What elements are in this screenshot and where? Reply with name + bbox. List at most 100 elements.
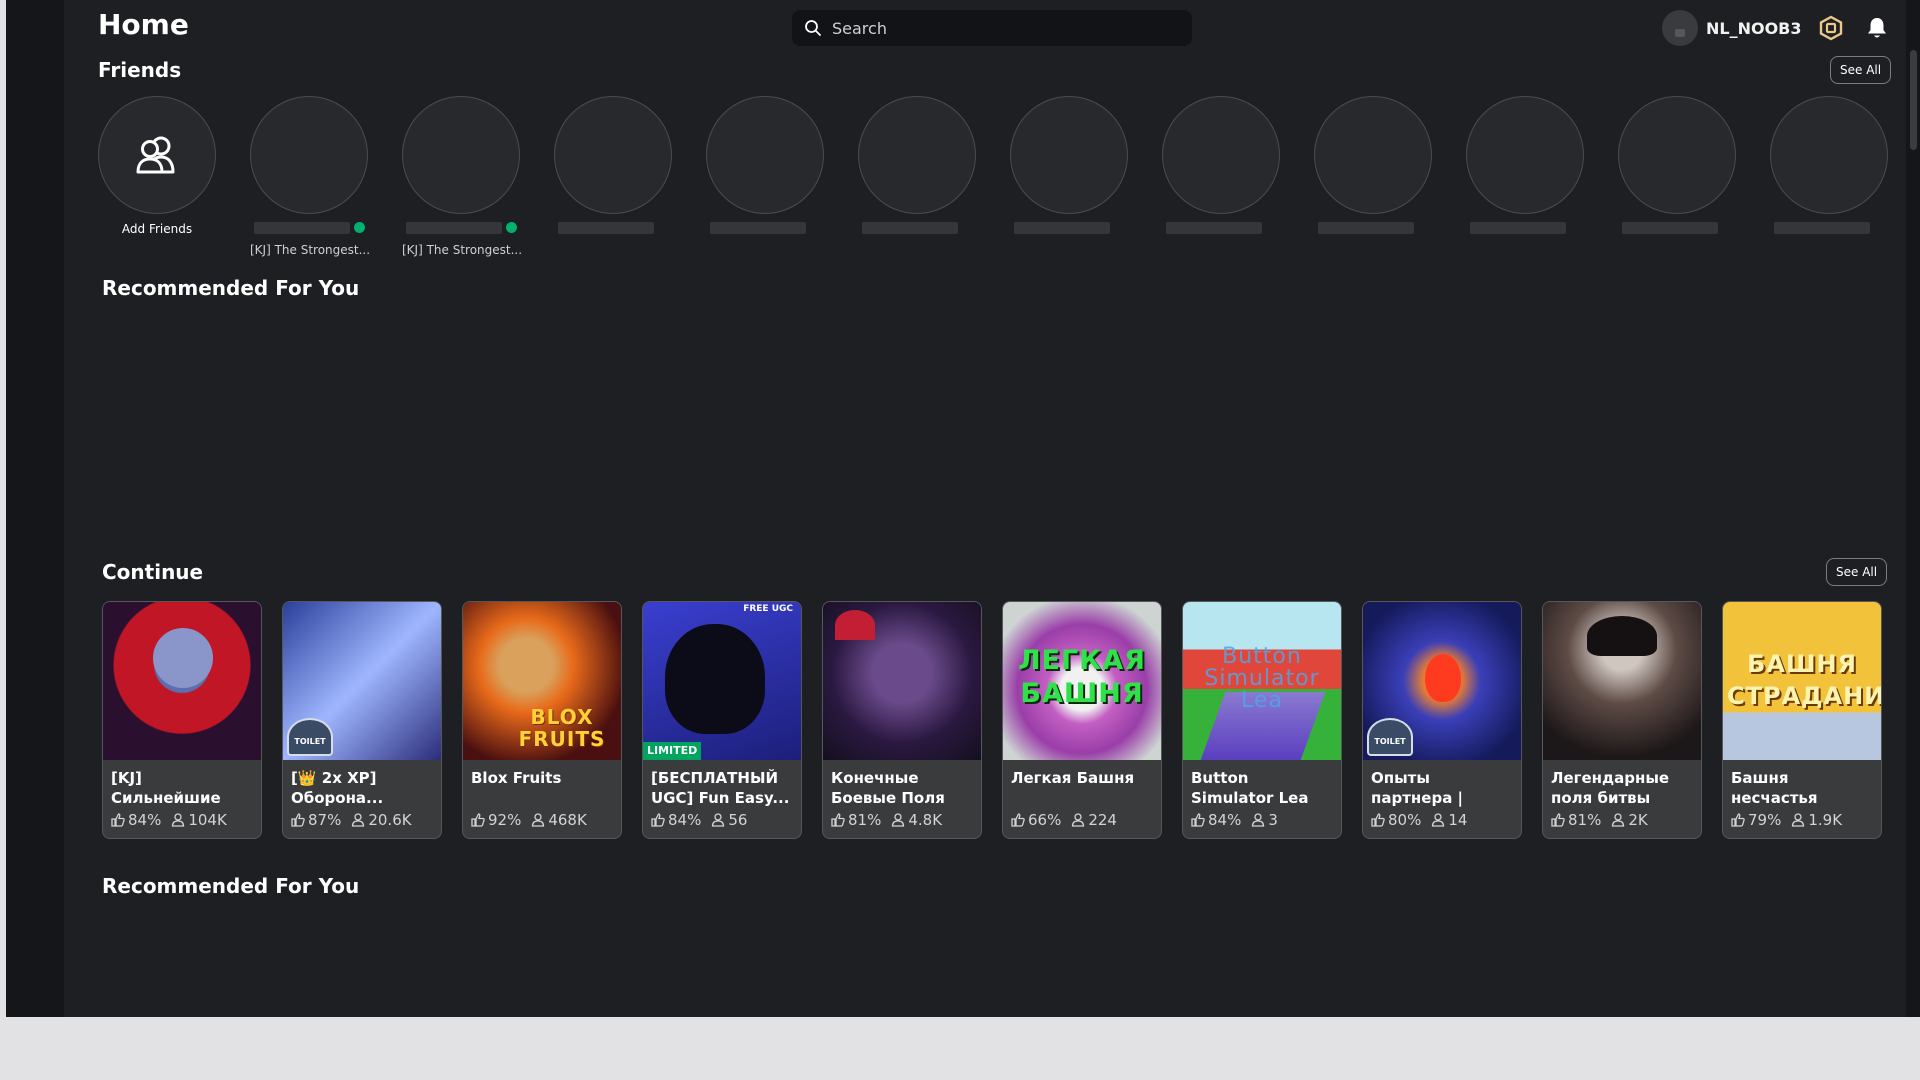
friend-name-placeholder (254, 222, 350, 234)
thumbs-up-icon (1191, 813, 1205, 827)
game-stats: 84% 104K (111, 811, 227, 829)
game-thumbnail[interactable]: Button Simulator Lea (1183, 602, 1341, 760)
game-rating: 84% (1208, 811, 1242, 829)
continue-see-all-button[interactable]: See All (1826, 558, 1888, 586)
game-rating: 87% (308, 811, 342, 829)
game-thumbnail[interactable] (823, 602, 981, 760)
friend-name-placeholder (1166, 222, 1262, 234)
game-player-count: 56 (728, 811, 748, 829)
friend-tile[interactable] (1770, 96, 1888, 266)
game-card[interactable]: [KJ] Сильнейшие поля битвы 84% 104K (102, 601, 262, 839)
game-rating: 79% (1748, 811, 1782, 829)
robux-icon[interactable] (1818, 15, 1844, 41)
friend-tile[interactable] (1314, 96, 1432, 266)
game-thumbnail[interactable]: TOILET (283, 602, 441, 760)
free-ugc-label: FREE UGC (743, 604, 793, 614)
friend-tile[interactable] (1466, 96, 1584, 266)
friend-avatar[interactable] (402, 96, 520, 214)
players-icon (352, 813, 365, 827)
game-title: Легендарные поля битвы (1551, 769, 1670, 807)
main-content: Home NL_NOOB3 Friends See All (64, 0, 1920, 1017)
thumbs-up-icon (651, 813, 665, 827)
friend-avatar[interactable] (1466, 96, 1584, 214)
continue-title: Continue (102, 560, 204, 584)
game-title: Button Simulator Lea (1191, 769, 1309, 807)
easy-tower-logo: ЛЕГКАЯ БАШНЯ (1018, 645, 1146, 709)
friend-tile[interactable] (1162, 96, 1280, 266)
add-friends-label: Add Friends (121, 222, 193, 236)
game-player-count: 4.8K (908, 811, 943, 829)
friend-name-placeholder (1774, 222, 1870, 234)
game-title: [KJ] Сильнейшие поля битвы (111, 769, 221, 807)
friend-avatar[interactable] (1618, 96, 1736, 214)
game-card[interactable]: TOILET [👑 2x XP] Оборона... 87% 20.6K (282, 601, 442, 839)
friend-tile[interactable]: [KJ] The Strongest... (250, 96, 370, 266)
scrollbar[interactable] (1906, 0, 1920, 1017)
friend-avatar[interactable] (554, 96, 672, 214)
search-bar[interactable] (792, 10, 1192, 46)
toilet-logo: TOILET (1367, 718, 1413, 756)
game-title: Blox Fruits (471, 769, 562, 787)
game-card[interactable]: FREE UGC LIMITED [БЕСПЛАТНЫЙ UGC] Fun Ea… (642, 601, 802, 839)
game-thumbnail[interactable]: TOILET (1363, 602, 1521, 760)
bell-icon[interactable] (1866, 16, 1888, 40)
friend-name-placeholder (1622, 222, 1718, 234)
players-icon (532, 813, 545, 827)
friend-tile[interactable] (554, 96, 672, 266)
thumbs-up-icon (1731, 813, 1745, 827)
friend-avatar[interactable] (706, 96, 824, 214)
game-card[interactable]: Button Simulator Lea Button Simulator Le… (1182, 601, 1342, 839)
players-icon (712, 813, 725, 827)
game-thumbnail[interactable]: БАШНЯ СТРАДАНИЙ (1723, 602, 1881, 760)
friend-avatar[interactable] (1314, 96, 1432, 214)
game-title: [👑 2x XP] Оборона... (291, 769, 384, 807)
friend-tile[interactable] (1618, 96, 1736, 266)
username[interactable]: NL_NOOB3 (1706, 19, 1802, 38)
game-thumbnail[interactable] (103, 602, 261, 760)
friend-name-placeholder (1470, 222, 1566, 234)
add-friends-tile[interactable]: Add Friends (98, 96, 216, 266)
friend-current-game[interactable]: [KJ] The Strongest... (402, 243, 534, 257)
thumbs-up-icon (1551, 813, 1565, 827)
game-player-count: 14 (1448, 811, 1468, 829)
friend-tile[interactable]: [KJ] The Strongest... (402, 96, 522, 266)
game-rating: 92% (488, 811, 522, 829)
game-rating: 81% (1568, 811, 1602, 829)
avatar[interactable] (1662, 10, 1698, 46)
game-player-count: 3 (1268, 811, 1278, 829)
game-title: Конечные Боевые Поля (831, 769, 945, 807)
game-card[interactable]: TOILET Опыты партнера | Защита башни в..… (1362, 601, 1522, 839)
friend-avatar[interactable] (1010, 96, 1128, 214)
friend-current-game[interactable]: [KJ] The Strongest... (250, 243, 382, 257)
game-thumbnail[interactable]: FREE UGC LIMITED (643, 602, 801, 760)
game-card[interactable]: БАШНЯ СТРАДАНИЙ Башня несчастья 79% 1.9K (1722, 601, 1882, 839)
friend-avatar[interactable] (1162, 96, 1280, 214)
game-rating: 66% (1028, 811, 1062, 829)
game-title: Легкая Башня (1011, 769, 1135, 787)
recommended-title-2: Recommended For You (102, 874, 360, 898)
thumbs-up-icon (291, 813, 305, 827)
game-card[interactable]: Конечные Боевые Поля 81% 4.8K (822, 601, 982, 839)
game-card[interactable]: Легендарные поля битвы 81% 2K (1542, 601, 1702, 839)
blox-fruits-logo: BLOX FRUITS (518, 705, 606, 751)
search-input[interactable] (830, 17, 1174, 39)
players-icon (1252, 813, 1265, 827)
search-icon (805, 20, 821, 36)
friend-tile[interactable] (1010, 96, 1128, 266)
friends-see-all-button[interactable]: See All (1830, 56, 1892, 84)
friend-tile[interactable] (706, 96, 824, 266)
add-friends-circle[interactable] (98, 96, 216, 214)
friend-name-placeholder (1318, 222, 1414, 234)
friend-avatar[interactable] (858, 96, 976, 214)
game-stats: 81% 2K (1551, 811, 1648, 829)
game-thumbnail[interactable]: ЛЕГКАЯ БАШНЯ (1003, 602, 1161, 760)
game-thumbnail[interactable] (1543, 602, 1701, 760)
friend-tile[interactable] (858, 96, 976, 266)
friend-avatar[interactable] (1770, 96, 1888, 214)
game-rating: 80% (1388, 811, 1422, 829)
game-card[interactable]: ЛЕГКАЯ БАШНЯ Легкая Башня 66% 224 (1002, 601, 1162, 839)
friend-avatar[interactable] (250, 96, 368, 214)
game-card[interactable]: BLOX FRUITS Blox Fruits 92% 468K (462, 601, 622, 839)
game-thumbnail[interactable]: BLOX FRUITS (463, 602, 621, 760)
scrollbar-thumb[interactable] (1910, 50, 1917, 150)
